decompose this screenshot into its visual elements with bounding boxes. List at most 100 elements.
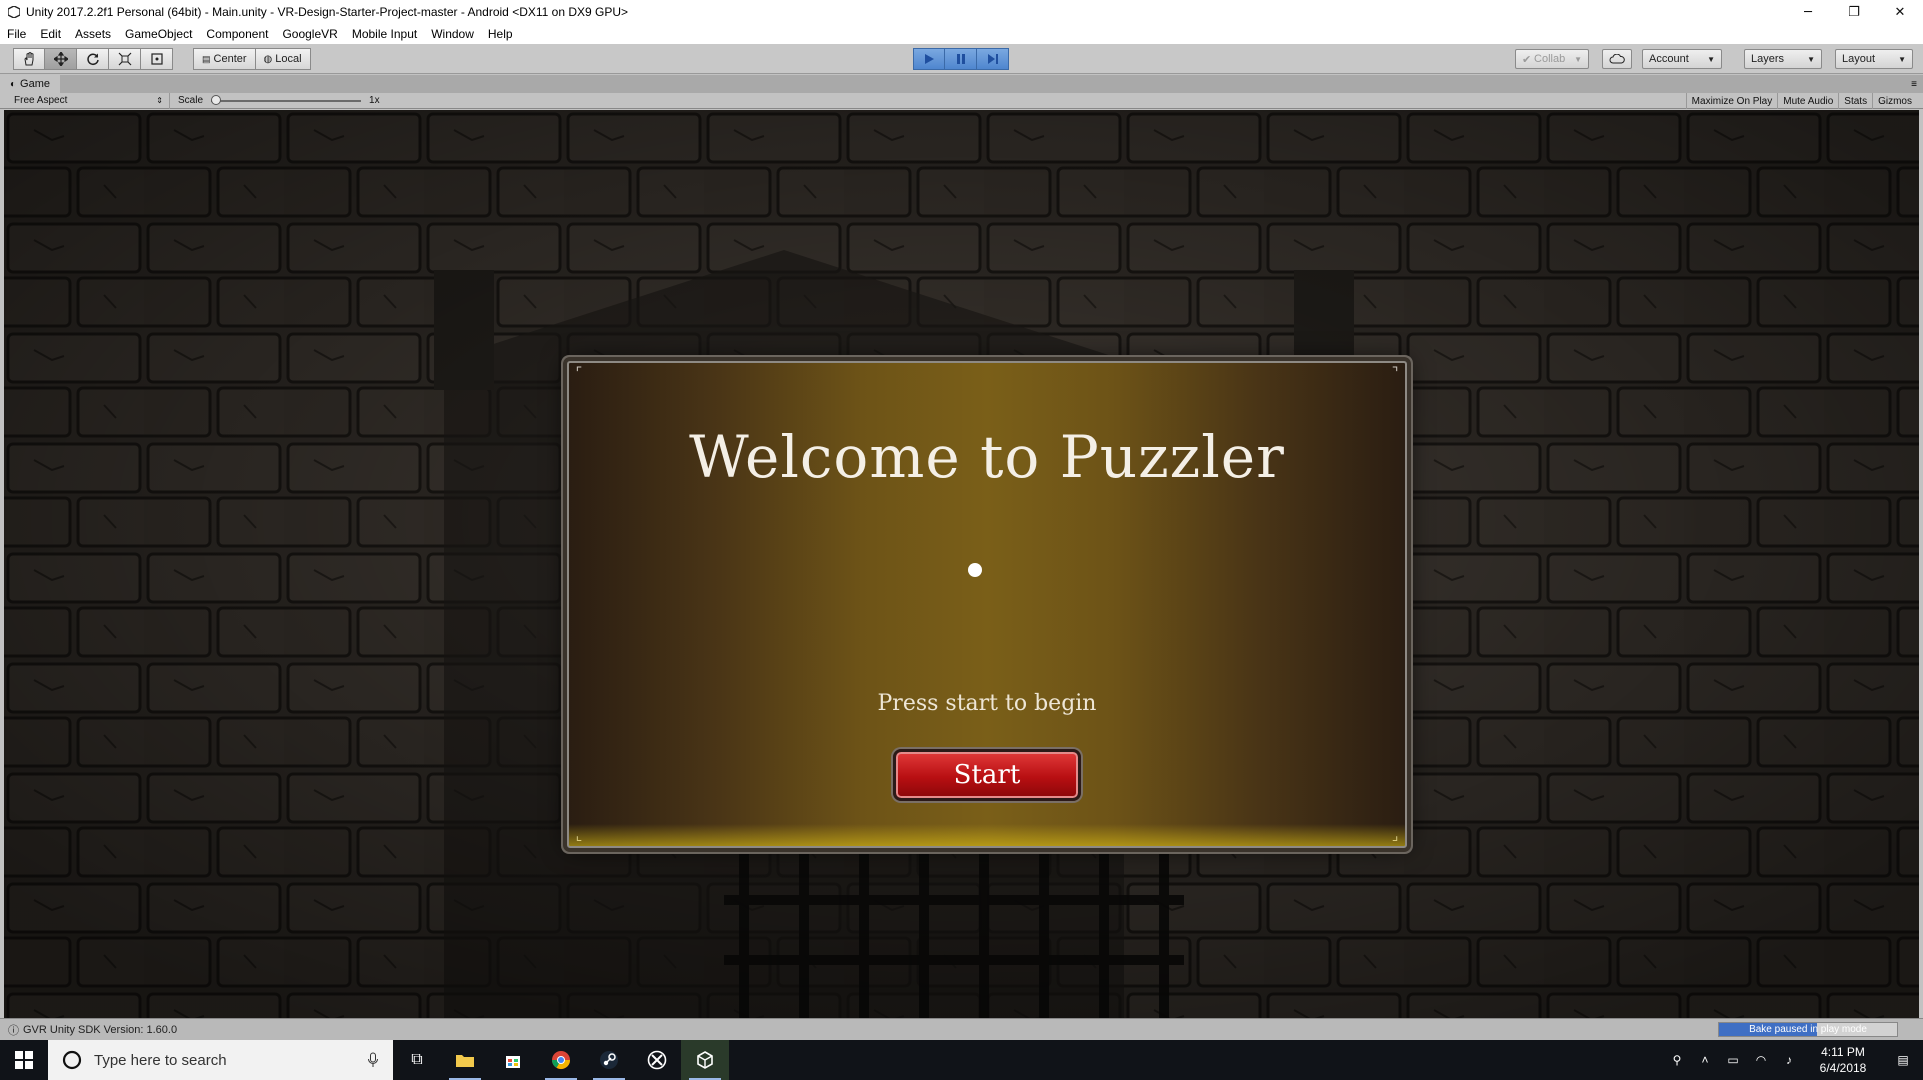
bake-progress: Bake paused in play mode	[1718, 1022, 1898, 1037]
scale-slider-handle[interactable]	[211, 94, 222, 105]
microphone-icon[interactable]	[367, 1052, 379, 1068]
close-button[interactable]: ✕	[1877, 0, 1923, 24]
chevron-down-icon: ▼	[1707, 54, 1715, 64]
task-view-icon: ⧉	[411, 1051, 423, 1068]
game-view-toggles: Maximize On Play Mute Audio Stats Gizmos	[1685, 93, 1917, 109]
game-view[interactable]: ⌜ ⌝ ⌞ ⌟ Welcome to Puzzler Press start t…	[4, 110, 1919, 1018]
gizmos-dropdown[interactable]: Gizmos	[1872, 93, 1917, 109]
menu-window[interactable]: Window	[424, 27, 481, 41]
start-button[interactable]: Start	[893, 749, 1081, 801]
tab-game[interactable]: ◐ Game	[0, 75, 61, 93]
chrome-button[interactable]	[537, 1040, 585, 1080]
steam-button[interactable]	[585, 1040, 633, 1080]
unity-logo-icon	[6, 4, 22, 20]
window-title: Unity 2017.2.2f1 Personal (64bit) - Main…	[26, 5, 629, 19]
notifications-icon[interactable]: ▤	[1883, 1053, 1923, 1067]
menu-assets[interactable]: Assets	[68, 27, 118, 41]
panel-menu-icon[interactable]: ≡	[1911, 79, 1917, 90]
corner-ornament-icon: ⌞	[575, 828, 583, 844]
windows-taskbar: Type here to search ⧉ ⚲ ˄ ▭ ◠ ♪ 4:11 PM …	[0, 1040, 1923, 1080]
move-tool-button[interactable]	[45, 48, 77, 70]
pivot-local-label: Local	[275, 53, 302, 65]
restore-button[interactable]: ❐	[1831, 0, 1877, 24]
menu-edit[interactable]: Edit	[33, 27, 68, 41]
rotate-tool-button[interactable]	[77, 48, 109, 70]
chevron-down-icon: ▼	[1574, 54, 1582, 64]
gaze-reticle	[968, 563, 982, 577]
search-placeholder: Type here to search	[94, 1051, 227, 1069]
volume-icon[interactable]: ♪	[1775, 1053, 1803, 1067]
stats-toggle[interactable]: Stats	[1838, 93, 1872, 109]
scale-slider[interactable]	[211, 94, 362, 105]
cloud-button[interactable]	[1602, 49, 1632, 69]
chrome-icon	[552, 1051, 570, 1070]
corner-ornament-icon: ⌝	[1391, 365, 1399, 381]
scale-tool-button[interactable]	[109, 48, 141, 70]
pause-button[interactable]	[945, 48, 977, 70]
xbox-icon	[647, 1050, 667, 1070]
store-button[interactable]	[489, 1040, 537, 1080]
info-icon: ⓘ	[8, 1024, 19, 1037]
welcome-subtitle: Press start to begin	[877, 691, 1097, 716]
pivot-icon: ▤	[202, 53, 211, 64]
unity-icon	[697, 1051, 713, 1069]
pivot-local-button[interactable]: ◍ Local	[255, 48, 311, 70]
corner-ornament-icon: ⌟	[1391, 828, 1399, 844]
layers-dropdown[interactable]: Layers ▼	[1744, 49, 1822, 69]
minimize-button[interactable]: ─	[1785, 0, 1831, 24]
chevron-up-icon[interactable]: ˄	[1691, 1053, 1719, 1067]
aspect-label: Free Aspect	[14, 95, 68, 106]
pivot-center-button[interactable]: ▤ Center	[193, 48, 256, 70]
bake-status-label: Bake paused in play mode	[1749, 1024, 1867, 1035]
scale-icon	[118, 52, 131, 66]
windows-logo-icon	[15, 1051, 33, 1069]
rotate-icon	[86, 53, 99, 66]
step-icon	[987, 54, 998, 64]
task-view-button[interactable]: ⧉	[393, 1040, 441, 1080]
step-button[interactable]	[977, 48, 1009, 70]
transform-tools	[13, 48, 173, 70]
aspect-dropdown[interactable]: Free Aspect ⇕	[0, 92, 170, 109]
account-dropdown[interactable]: Account ▼	[1642, 49, 1722, 69]
cloud-icon	[1609, 54, 1625, 64]
scale-value: 1x	[369, 95, 380, 106]
file-explorer-button[interactable]	[441, 1040, 489, 1080]
menu-mobile-input[interactable]: Mobile Input	[345, 27, 424, 41]
welcome-title: Welcome to Puzzler	[689, 423, 1285, 491]
pivot-tools: ▤ Center ◍ Local	[193, 48, 311, 70]
updown-icon: ⇕	[156, 96, 163, 105]
globe-icon: ◍	[263, 53, 273, 65]
clock-time: 4:11 PM	[1821, 1045, 1865, 1059]
tab-game-label: Game	[20, 78, 51, 90]
menu-file[interactable]: File	[0, 27, 33, 41]
menu-gameobject[interactable]: GameObject	[118, 27, 199, 41]
unity-taskbar-button[interactable]	[681, 1040, 729, 1080]
wifi-icon[interactable]: ◠	[1747, 1053, 1775, 1067]
main-toolbar: ▤ Center ◍ Local ✔ Collab ▼ Account ▼ La…	[0, 44, 1923, 74]
layout-label: Layout	[1842, 53, 1876, 65]
people-icon[interactable]: ⚲	[1663, 1053, 1691, 1067]
mute-audio-toggle[interactable]: Mute Audio	[1777, 93, 1838, 109]
pivot-center-label: Center	[213, 53, 247, 65]
battery-icon[interactable]: ▭	[1719, 1053, 1747, 1067]
play-button[interactable]	[913, 48, 945, 70]
pause-icon	[956, 54, 965, 64]
rect-tool-button[interactable]	[141, 48, 173, 70]
layout-dropdown[interactable]: Layout ▼	[1835, 49, 1913, 69]
menu-googlevr[interactable]: GoogleVR	[275, 27, 344, 41]
windows-start-button[interactable]	[0, 1040, 48, 1080]
taskbar-search[interactable]: Type here to search	[48, 1040, 393, 1080]
menu-help[interactable]: Help	[481, 27, 520, 41]
menu-component[interactable]: Component	[199, 27, 275, 41]
scale-control: Scale 1x	[170, 94, 380, 106]
taskbar-clock[interactable]: 4:11 PM 6/4/2018	[1803, 1044, 1883, 1076]
system-tray: ⚲ ˄ ▭ ◠ ♪ 4:11 PM 6/4/2018 ▤	[1663, 1040, 1923, 1080]
hand-tool-button[interactable]	[13, 48, 45, 70]
welcome-panel: ⌜ ⌝ ⌞ ⌟ Welcome to Puzzler Press start t…	[567, 361, 1407, 848]
maximize-on-play-toggle[interactable]: Maximize On Play	[1685, 93, 1778, 109]
xbox-button[interactable]	[633, 1040, 681, 1080]
chevron-down-icon: ▼	[1898, 54, 1906, 64]
cortana-circle-icon	[62, 1050, 82, 1070]
collab-button[interactable]: ✔ Collab ▼	[1515, 49, 1589, 69]
collab-label: Collab	[1534, 53, 1566, 65]
